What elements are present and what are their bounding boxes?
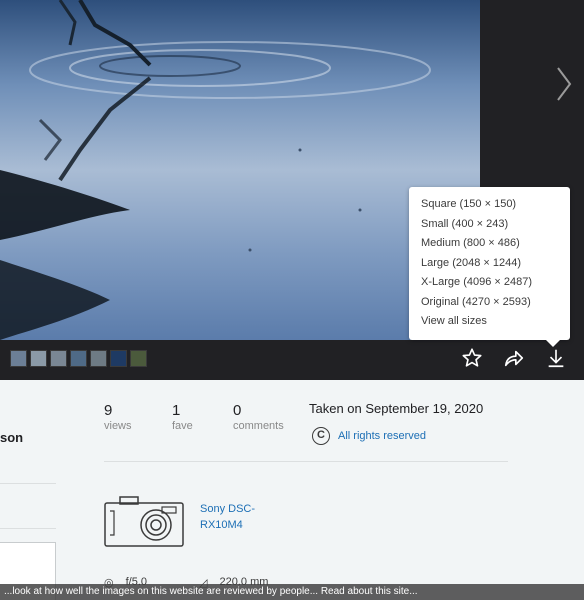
faves-label: fave (172, 420, 193, 432)
divider (0, 528, 56, 529)
filmstrip-thumb[interactable] (70, 350, 87, 367)
copyright-icon: C (312, 427, 330, 445)
view-all-sizes-link[interactable]: View all sizes (421, 312, 570, 332)
download-icon (548, 349, 564, 368)
download-size-medium[interactable]: Medium (800 × 486) (421, 234, 570, 254)
share-icon (504, 350, 524, 367)
filmstrip-thumb[interactable] (30, 350, 47, 367)
taken-date[interactable]: Taken on September 19, 2020 (309, 401, 483, 416)
comments-label: comments (233, 420, 284, 432)
star-icon (462, 348, 482, 367)
download-sizes-menu: Square (150 × 150) Small (400 × 243) Med… (409, 187, 570, 347)
filmstrip-thumb[interactable] (50, 350, 67, 367)
camera-model-link[interactable]: Sony DSC-RX10M4 (200, 501, 270, 533)
faves-count: 1 (172, 402, 181, 419)
faves-stat: 1 fave (172, 402, 193, 433)
filmstrip-thumb[interactable] (110, 350, 127, 367)
cookie-banner: ...look at how well the images on this w… (0, 584, 584, 600)
divider (104, 461, 508, 462)
views-count: 9 (104, 402, 113, 419)
photostream-filmstrip (10, 350, 147, 367)
download-size-xlarge[interactable]: X-Large (4096 × 2487) (421, 273, 570, 293)
comments-count: 0 (233, 402, 242, 419)
divider (0, 483, 56, 484)
license-info: C All rights reserved (312, 427, 426, 445)
photo-info-section: son 9 views 1 fave 0 comments Taken on S… (0, 380, 584, 600)
filmstrip-thumb[interactable] (10, 350, 27, 367)
share-button[interactable] (502, 346, 526, 370)
download-size-large[interactable]: Large (2048 × 1244) (421, 254, 570, 274)
photo-actions (460, 346, 568, 370)
download-size-small[interactable]: Small (400 × 243) (421, 215, 570, 235)
filmstrip-thumb[interactable] (130, 350, 147, 367)
download-size-original[interactable]: Original (4270 × 2593) (421, 293, 570, 313)
main-photo[interactable] (0, 0, 480, 340)
owner-name[interactable]: son (0, 430, 23, 445)
chevron-right-icon (557, 67, 572, 101)
filmstrip-thumb[interactable] (90, 350, 107, 367)
license-link[interactable]: All rights reserved (338, 430, 426, 442)
comments-stat: 0 comments (233, 402, 284, 433)
views-stat: 9 views (104, 402, 132, 433)
download-size-square[interactable]: Square (150 × 150) (421, 195, 570, 215)
camera-icon (104, 496, 184, 547)
next-photo-button[interactable] (548, 62, 578, 106)
views-label: views (104, 420, 132, 432)
download-button[interactable] (544, 346, 568, 370)
fave-button[interactable] (460, 346, 484, 370)
